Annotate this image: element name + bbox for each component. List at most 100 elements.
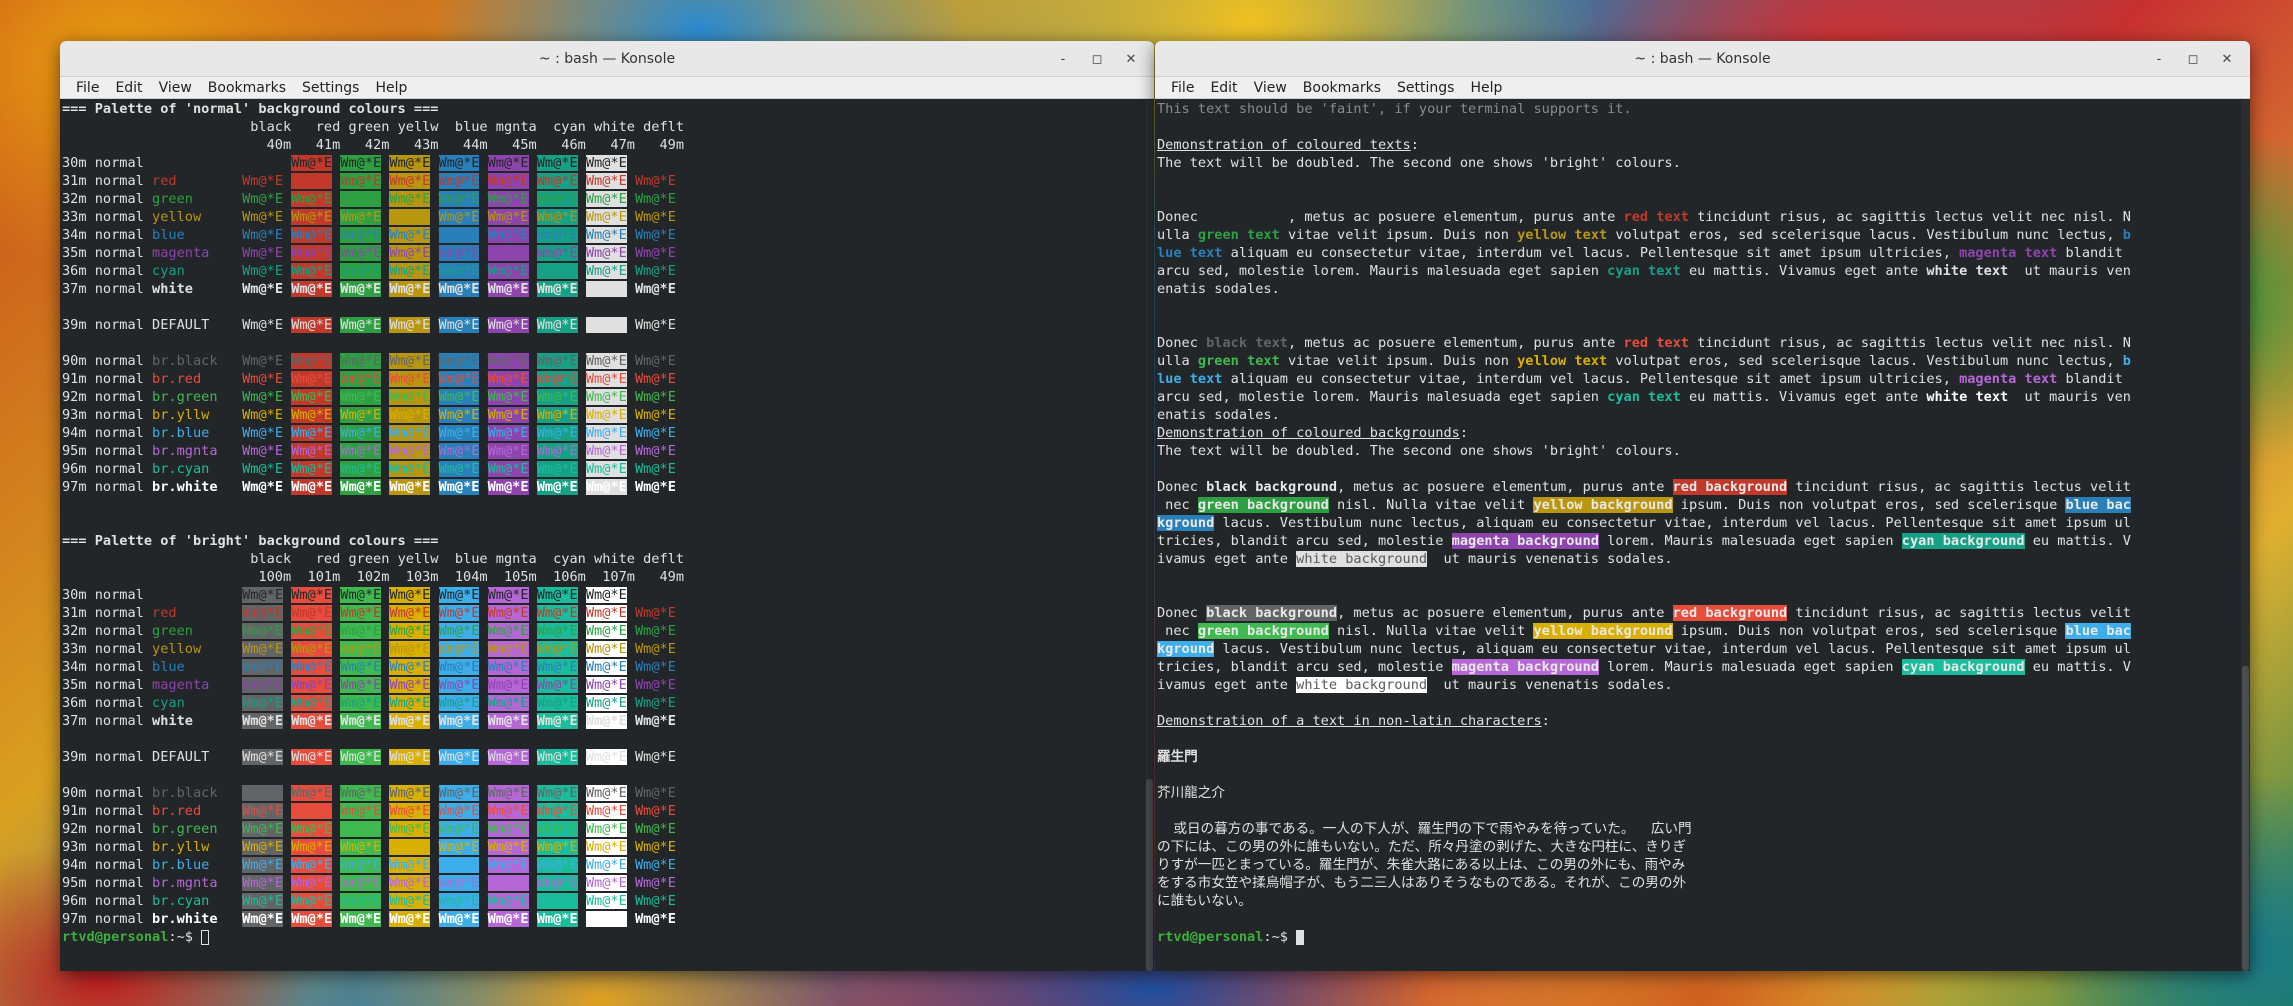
sample-cell: Wm@*E — [389, 479, 431, 495]
sample-cell: Wm@*E — [487, 623, 529, 639]
sample-cell: Wm@*E — [634, 263, 676, 279]
palette-row: 91m normal br.red Wm@*E Wm@*E Wm@*E Wm@*… — [62, 370, 1142, 388]
sample-cell: Wm@*E — [340, 353, 382, 369]
row-code: 96m — [62, 461, 95, 477]
section-heading: Demonstration of coloured backgrounds: — [1157, 424, 2238, 442]
palette-row: 36m normal cyan Wm@*E Wm@*E Wm@*E Wm@*E … — [62, 694, 1142, 712]
sample-cell: Wm@*E — [340, 479, 382, 495]
column-code: 101m — [291, 569, 341, 585]
sample-cell: Wm@*E — [536, 821, 578, 837]
sample-cell: Wm@*E — [536, 209, 578, 225]
palette-row: 92m normal br.green Wm@*E Wm@*E Wm@*E Wm… — [62, 820, 1142, 838]
title-bar[interactable]: ~ : bash — Konsole - ◻ ✕ — [1155, 41, 2250, 77]
menu-file[interactable]: File — [68, 80, 107, 96]
colored-text: magenta text — [1959, 245, 2058, 261]
scrollbar-thumb[interactable] — [2242, 666, 2249, 971]
column-code: 46m — [536, 137, 586, 153]
sample-cell: Wm@*E — [487, 749, 529, 765]
menu-edit[interactable]: Edit — [1202, 80, 1245, 96]
scrollbar[interactable] — [2241, 100, 2250, 971]
colored-bg-text: yellow background — [1533, 623, 1673, 639]
minimize-icon[interactable]: - — [1046, 45, 1080, 73]
paragraph-line: Donec black background, metus ac posuere… — [1157, 478, 2238, 496]
sample-cell: Wm@*E — [536, 443, 578, 459]
sample-cell: Wm@*E — [536, 623, 578, 639]
row-name: br.black — [152, 785, 234, 801]
title-bar[interactable]: ~ : bash — Konsole - ◻ ✕ — [60, 41, 1154, 77]
sample-cell: Wm@*E — [438, 389, 480, 405]
row-style: normal — [94, 407, 153, 423]
menu-view[interactable]: View — [1246, 80, 1295, 96]
row-name: br.mgnta — [152, 443, 234, 459]
menu-bookmarks[interactable]: Bookmarks — [200, 80, 294, 96]
sample-cell: Wm@*E — [242, 677, 283, 693]
palette-row: 33m normal yellow Wm@*E Wm@*E Wm@*E Wm@*… — [62, 208, 1142, 226]
close-icon[interactable]: ✕ — [1114, 45, 1148, 73]
scrollbar[interactable] — [1145, 100, 1154, 971]
sample-cell: Wm@*E — [340, 605, 382, 621]
colored-bg-text: cyan background — [1901, 659, 2025, 675]
terminal-area[interactable]: === Palette of 'normal' background colou… — [60, 100, 1154, 971]
sample-cell: Wm@*E — [487, 713, 529, 729]
sample-cell: Wm@*E — [585, 803, 627, 819]
plain-text: volutpat eros, sed scelerisque lacus. Ve… — [1607, 227, 2123, 243]
row-style: normal — [94, 821, 153, 837]
menu-help[interactable]: Help — [367, 80, 415, 96]
terminal-area[interactable]: This text should be 'faint', if your ter… — [1155, 100, 2250, 971]
sample-cell: Wm@*E — [487, 803, 529, 819]
row-code: 31m — [62, 605, 95, 621]
plain-text: tincidunt risus, ac sagittis lectus veli… — [1787, 479, 2131, 495]
sample-cell: Wm@*E — [242, 461, 283, 477]
sample-cell: Wm@*E — [585, 281, 627, 297]
sample-cell: Wm@*E — [389, 389, 431, 405]
row-name: br.red — [152, 371, 234, 387]
sample-cell: Wm@*E — [438, 785, 480, 801]
row-style: normal — [94, 749, 153, 765]
sample-cell: Wm@*E — [438, 173, 480, 189]
sample-cell: Wm@*E — [536, 425, 578, 441]
sample-cell: Wm@*E — [536, 155, 578, 171]
scrollbar-thumb[interactable] — [1146, 779, 1153, 971]
sample-cell: Wm@*E — [291, 191, 333, 207]
palette-row: 39m normal DEFAULT Wm@*E Wm@*E Wm@*E Wm@… — [62, 748, 1142, 766]
plain-text: nec — [1157, 623, 1198, 639]
prompt-path: :~$ — [1263, 929, 1297, 945]
sample-cell: Wm@*E — [585, 155, 627, 171]
minimize-icon[interactable]: - — [2142, 45, 2176, 73]
menu-help[interactable]: Help — [1462, 80, 1510, 96]
menu-settings[interactable]: Settings — [294, 80, 367, 96]
menu-bookmarks[interactable]: Bookmarks — [1295, 80, 1389, 96]
sample-cell: Wm@*E — [242, 911, 283, 927]
menu-view[interactable]: View — [151, 80, 200, 96]
close-icon[interactable]: ✕ — [2210, 45, 2244, 73]
row-style: normal — [94, 191, 153, 207]
column-header: yellw — [389, 119, 439, 135]
colored-bg-text: cyan background — [1901, 533, 2025, 549]
row-code: 93m — [62, 839, 95, 855]
maximize-icon[interactable]: ◻ — [1080, 45, 1114, 73]
sample-cell: Wm@*E — [487, 911, 529, 927]
menu-edit[interactable]: Edit — [107, 80, 150, 96]
sample-cell: Wm@*E — [536, 281, 578, 297]
column-code: 105m — [487, 569, 537, 585]
menu-file[interactable]: File — [1163, 80, 1202, 96]
menu-settings[interactable]: Settings — [1389, 80, 1462, 96]
maximize-icon[interactable]: ◻ — [2176, 45, 2210, 73]
column-code: 102m — [340, 569, 390, 585]
plain-text: ulla — [1157, 227, 1198, 243]
